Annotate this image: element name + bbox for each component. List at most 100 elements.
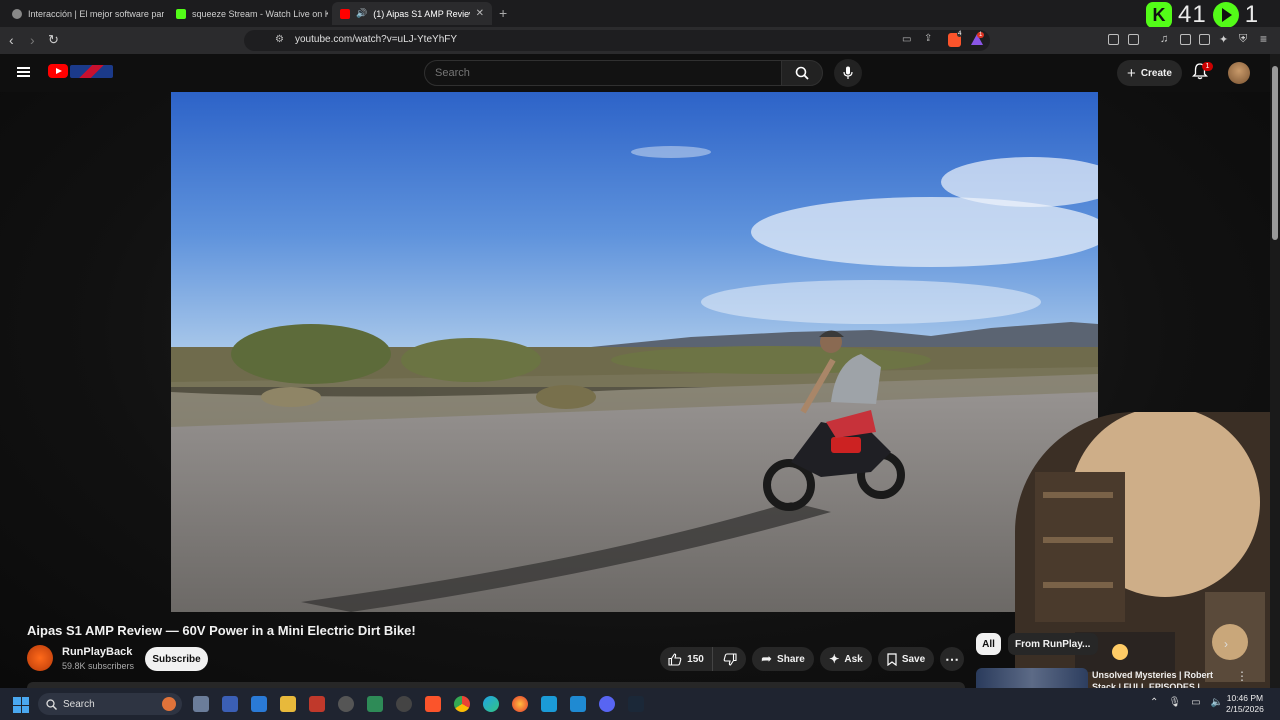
system-tray: ⌃ 🎙 ▭ 🔈 <box>1150 697 1223 708</box>
chrome-icon[interactable] <box>454 696 470 712</box>
steam-icon[interactable] <box>628 696 644 712</box>
brave-browser-icon[interactable] <box>425 696 441 712</box>
volume-icon[interactable]: 🔈 <box>1211 697 1223 708</box>
windows-start-icon[interactable] <box>13 697 29 713</box>
app-icon[interactable] <box>338 696 354 712</box>
save-button[interactable]: Save <box>878 647 934 671</box>
vpn-icon[interactable]: ⛨ <box>1239 33 1247 46</box>
media-icon[interactable]: ♫ <box>1160 33 1168 45</box>
close-tab-icon[interactable]: ✕ <box>476 8 484 19</box>
speaker-icon[interactable]: 🔊 <box>356 8 367 19</box>
app-icon[interactable] <box>309 696 325 712</box>
ask-label: Ask <box>844 653 863 665</box>
tab-title: squeeze Stream - Watch Live on Kick <box>192 8 328 19</box>
scrollbar-thumb[interactable] <box>1272 66 1278 240</box>
app-icon[interactable] <box>222 696 238 712</box>
create-label: Create <box>1140 67 1172 79</box>
chevron-up-icon[interactable]: ⌃ <box>1150 697 1158 708</box>
wallet-icon[interactable] <box>1199 34 1210 45</box>
url-bar[interactable]: ⚙ youtube.com/watch?v=uLJ-YteYhFY ▭ ⇪ 4 … <box>244 30 990 51</box>
tab-kick-stream[interactable]: squeeze Stream - Watch Live on Kick <box>168 2 328 25</box>
browser-menu-icon[interactable]: ≡ <box>1260 32 1267 46</box>
overlay-count-secondary: 1 <box>1244 1 1259 28</box>
youtube-favicon-icon <box>340 8 350 19</box>
channel-avatar[interactable] <box>27 645 53 671</box>
tab-title: Interacción | El mejor software para p <box>28 8 164 19</box>
voice-search-button[interactable] <box>834 59 862 87</box>
app-icon[interactable] <box>251 696 267 712</box>
more-actions-button[interactable]: ⋯ <box>940 647 964 671</box>
microphone-tray-icon[interactable]: 🎙 <box>1168 697 1181 708</box>
edge-icon[interactable] <box>483 696 499 712</box>
reload-icon[interactable]: ↻ <box>48 32 59 48</box>
share-icon: ➦ <box>761 651 773 666</box>
search-input[interactable] <box>435 67 765 79</box>
tab-interaccion[interactable]: Interacción | El mejor software para p <box>4 2 164 25</box>
subscribe-button[interactable]: Subscribe <box>145 647 208 671</box>
cast-icon[interactable]: ▭ <box>902 34 911 45</box>
taskbar-search-label: Search <box>63 698 95 710</box>
plus-icon: + <box>1127 64 1136 82</box>
search-highlight-icon <box>162 697 176 711</box>
thumbs-up-icon <box>668 652 682 666</box>
network-icon[interactable]: ▭ <box>1191 697 1200 708</box>
tab-title: (1) Aipas S1 AMP Review — 6 <box>373 8 470 19</box>
recommended-thumbnail[interactable] <box>976 668 1088 688</box>
leo-ai-icon[interactable]: ✦ <box>1219 33 1228 46</box>
chevron-right-icon[interactable]: › <box>1224 637 1228 651</box>
thumbs-down-icon <box>723 652 737 666</box>
youtube-doodle-logo[interactable] <box>70 65 113 78</box>
bookmark-save-icon <box>887 652 897 666</box>
taskbar-clock[interactable]: 10:46 PM 2/15/2026 <box>1226 693 1264 715</box>
kick-logo-icon: K <box>1146 2 1172 28</box>
extensions-icon[interactable] <box>1108 34 1119 45</box>
app-icon[interactable] <box>367 696 383 712</box>
more-vertical-icon[interactable]: ⋮ <box>1236 669 1248 683</box>
account-avatar[interactable] <box>1228 62 1250 84</box>
forward-icon[interactable]: › <box>30 32 35 48</box>
kick-viewer-overlay: K 41 1 <box>1146 1 1259 28</box>
hamburger-menu-icon[interactable] <box>17 67 30 77</box>
new-tab-icon[interactable]: + <box>499 5 507 21</box>
chip-all[interactable]: All <box>976 633 1001 655</box>
sparkle-icon: ✦ <box>829 652 840 666</box>
vscode-icon[interactable] <box>570 696 586 712</box>
file-explorer-icon[interactable] <box>280 696 296 712</box>
watch-page: Aipas S1 AMP Review — 60V Power in a Min… <box>0 92 1270 692</box>
like-button[interactable]: 150 <box>660 647 712 671</box>
search-box[interactable] <box>424 60 782 86</box>
firefox-icon[interactable] <box>512 696 528 712</box>
app-icon[interactable] <box>396 696 412 712</box>
search-button[interactable] <box>781 60 823 86</box>
video-frame <box>171 92 1098 612</box>
overlay-count: 41 <box>1178 1 1207 28</box>
dislike-button[interactable] <box>712 647 746 671</box>
task-view-icon[interactable] <box>193 696 209 712</box>
site-info-icon[interactable]: ⚙ <box>275 34 284 45</box>
app-icon[interactable] <box>541 696 557 712</box>
youtube-header: + Create <box>0 54 1270 92</box>
channel-name[interactable]: RunPlayBack <box>62 646 132 658</box>
page-scrollbar[interactable] <box>1270 54 1280 688</box>
like-count: 150 <box>687 653 704 665</box>
share-page-icon[interactable]: ⇪ <box>924 33 932 44</box>
more-horizontal-icon: ⋯ <box>945 650 959 667</box>
share-button[interactable]: ➦ Share <box>752 647 814 671</box>
search-icon <box>46 698 57 710</box>
ask-button[interactable]: ✦ Ask <box>820 647 872 671</box>
play-icon <box>1212 2 1239 28</box>
clock-time: 10:46 PM <box>1226 693 1264 703</box>
youtube-logo-icon[interactable] <box>48 64 68 78</box>
screenshot-icon[interactable] <box>1128 34 1139 45</box>
chip-from-channel[interactable]: From RunPlay... <box>1008 633 1098 655</box>
brave-shields-badge: 4 <box>957 31 963 37</box>
taskbar-search[interactable]: Search <box>38 693 182 715</box>
sidebar-icon[interactable] <box>1180 34 1191 45</box>
url-text[interactable]: youtube.com/watch?v=uLJ-YteYhFY <box>295 34 457 45</box>
back-icon[interactable]: ‹ <box>9 32 14 48</box>
create-button[interactable]: + Create <box>1117 60 1182 86</box>
clock-date: 2/15/2026 <box>1226 704 1264 714</box>
video-player[interactable] <box>171 92 1098 612</box>
discord-icon[interactable] <box>599 696 615 712</box>
tab-youtube-video[interactable]: 🔊 (1) Aipas S1 AMP Review — 6 ✕ <box>332 2 492 25</box>
